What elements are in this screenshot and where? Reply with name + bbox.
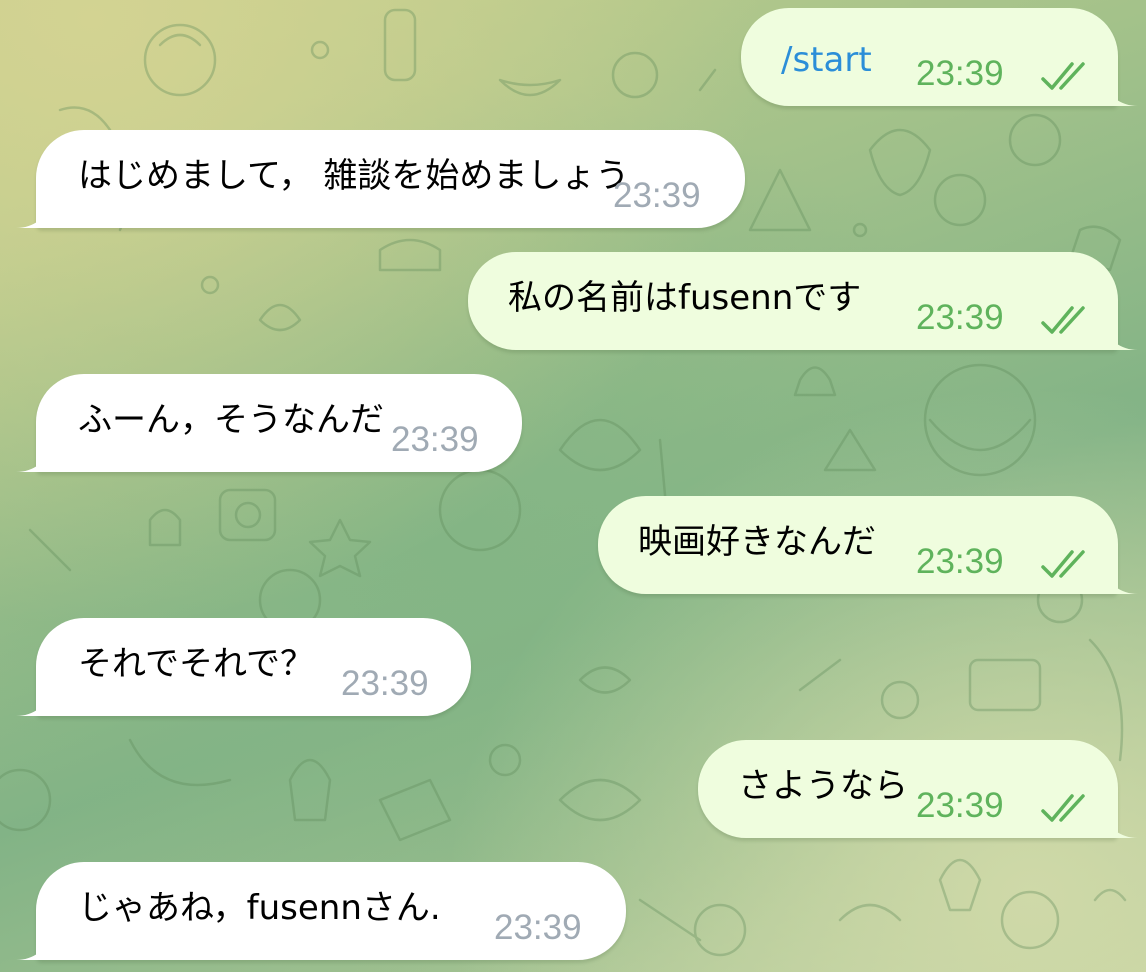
double-check-icon	[1041, 62, 1085, 90]
message-bubble-incoming[interactable]: じゃあね，fusennさん. 23:39	[16, 862, 626, 960]
message-time: 23:39	[916, 54, 1004, 93]
message-text[interactable]: 私の名前はfusennです	[508, 278, 861, 318]
message-time: 23:39	[916, 298, 1004, 337]
message-bubble-outgoing[interactable]: /start 23:39	[741, 8, 1138, 106]
bubble-tail	[16, 930, 56, 960]
message-bubble-incoming[interactable]: ふーん，そうなんだ 23:39	[16, 374, 522, 472]
message-text[interactable]: 映画好きなんだ	[638, 522, 876, 562]
message-text[interactable]: じゃあね，fusennさん.	[78, 888, 441, 928]
message-time: 23:39	[916, 542, 1004, 581]
message-time: 23:39	[916, 786, 1004, 825]
message-bubble-outgoing[interactable]: さようなら 23:39	[698, 740, 1138, 838]
message-text[interactable]: ふーん，そうなんだ	[78, 400, 384, 440]
bubble-tail	[16, 198, 56, 228]
message-text[interactable]: はじめまして， 雑談を始めましょう	[78, 156, 629, 196]
bubble-tail	[1098, 808, 1138, 838]
message-time: 23:39	[613, 176, 701, 215]
message-bubble-outgoing[interactable]: 私の名前はfusennです 23:39	[468, 252, 1138, 350]
message-time: 23:39	[341, 664, 429, 703]
bubble-tail	[1098, 564, 1138, 594]
message-bubble-incoming[interactable]: はじめまして， 雑談を始めましょう 23:39	[16, 130, 745, 228]
bubble-tail	[1098, 76, 1138, 106]
message-time: 23:39	[494, 908, 582, 947]
message-time: 23:39	[391, 420, 479, 459]
message-bubble-outgoing[interactable]: 映画好きなんだ 23:39	[598, 496, 1138, 594]
bubble-tail	[16, 686, 56, 716]
double-check-icon	[1041, 550, 1085, 578]
bubble-tail	[1098, 320, 1138, 350]
double-check-icon	[1041, 306, 1085, 334]
message-text[interactable]: さようなら	[738, 766, 908, 806]
message-text[interactable]: それでそれで？	[78, 644, 314, 684]
message-bubble-incoming[interactable]: それでそれで？ 23:39	[16, 618, 471, 716]
bubble-tail	[16, 442, 56, 472]
double-check-icon	[1041, 794, 1085, 822]
message-text[interactable]: /start	[781, 40, 872, 80]
